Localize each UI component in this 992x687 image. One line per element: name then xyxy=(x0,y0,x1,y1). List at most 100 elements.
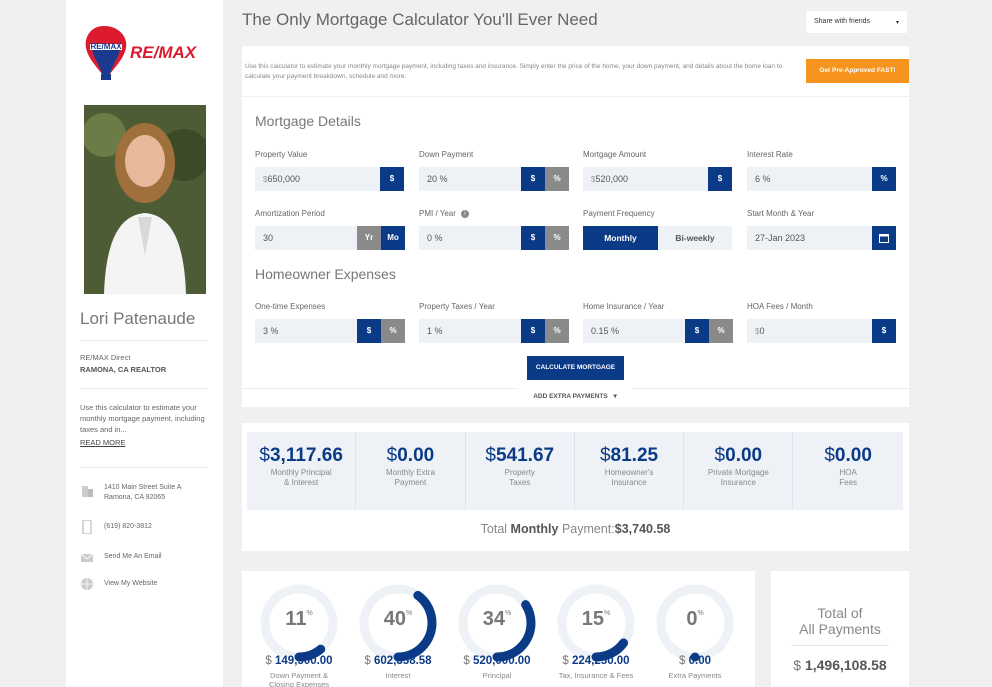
dollar-button[interactable]: $ xyxy=(357,319,381,343)
calendar-button[interactable] xyxy=(872,226,896,250)
breakdown-label: Interest xyxy=(385,671,411,680)
breakdown-amount: $ 224,250.00 xyxy=(562,655,630,667)
summary-value: $81.25 xyxy=(599,445,659,466)
onetime-expenses-field: One-time Expenses 3 % $ % xyxy=(255,302,405,343)
property-value-label: Property Value xyxy=(255,150,308,159)
summary-item: $0.00 Private Mortgage Insurance xyxy=(684,432,794,510)
summary-label: Private Mortgage Insurance xyxy=(707,468,769,487)
intro-text: Use this calculator to estimate your mon… xyxy=(245,63,783,80)
property-taxes-input[interactable]: 1 % $ % xyxy=(419,319,569,343)
share-dropdown[interactable]: Share with friends ▾ xyxy=(805,10,908,34)
summary-item: $3,117.66 Monthly Principal & Interest xyxy=(247,432,357,510)
pmi-field: PMI / Year i 0 % $ % xyxy=(419,209,569,250)
chevron-down-icon: ▾ xyxy=(895,20,899,26)
pmi-label: PMI / Year i xyxy=(419,209,568,221)
building-icon xyxy=(82,486,93,497)
amortization-input[interactable]: 30 Yr Mo xyxy=(255,226,405,250)
homeowner-expenses-title: Homeowner Expenses xyxy=(255,266,396,282)
property-taxes-field: Property Taxes / Year 1 % $ % xyxy=(419,302,569,343)
agent-bio: Use this calculator to estimate your mon… xyxy=(80,403,205,434)
pmi-input[interactable]: 0 % $ % xyxy=(419,226,569,250)
percent-button[interactable]: % xyxy=(545,319,569,343)
remax-logo: RE/MAX RE/MAX xyxy=(82,16,212,84)
breakdown-label: Principal xyxy=(482,671,512,680)
svg-text:RE/MAX: RE/MAX xyxy=(90,42,122,51)
breakdown-amount: $ 149,500.00 xyxy=(265,655,333,667)
agent-company: RE/MAX Direct xyxy=(80,353,131,362)
mortgage-amount-field: Mortgage Amount $520,000 $ xyxy=(583,150,732,191)
breakdown-amount: $ 602,358.58 xyxy=(364,655,432,667)
hoa-fees-input[interactable]: $0 $ xyxy=(747,319,896,343)
payment-frequency-toggle: Monthly Bi-weekly xyxy=(583,226,732,250)
contact-email[interactable]: Send Me An Email xyxy=(80,551,162,565)
summary-value: $3,117.66 xyxy=(259,445,343,466)
amortization-label: Amortization Period xyxy=(255,209,325,218)
intro-panel: Use this calculator to estimate your mon… xyxy=(242,46,909,96)
hoa-fees-label: HOA Fees / Month xyxy=(747,302,813,311)
dollar-button[interactable]: $ xyxy=(872,319,896,343)
payment-breakdown: 11% $ 149,500.00 Down Payment & Closing Exp… xyxy=(242,571,755,687)
summary-value: $0.00 xyxy=(386,445,435,466)
interest-rate-input[interactable]: 6 % % xyxy=(747,167,896,191)
mortgage-amount-label: Mortgage Amount xyxy=(583,150,647,159)
down-payment-field: Down Payment 20 % $ % xyxy=(419,150,569,191)
dollar-button[interactable]: $ xyxy=(521,226,545,250)
website-link: View My Website xyxy=(104,580,158,587)
divider xyxy=(80,340,208,341)
calendar-icon xyxy=(879,233,889,243)
percent-button[interactable]: % xyxy=(545,167,569,191)
home-insurance-input[interactable]: 0.15 % $ % xyxy=(583,319,733,343)
percent-button[interactable]: % xyxy=(545,226,569,250)
dollar-button[interactable]: $ xyxy=(521,167,545,191)
total-all-payments-title: Total of All Payments xyxy=(799,605,881,637)
summary-item: $541.67 Property Taxes xyxy=(466,432,575,510)
hoa-fees-field: HOA Fees / Month $0 $ xyxy=(747,302,896,343)
summary-row: $3,117.66 Monthly Principal & Interest $0.0… xyxy=(247,432,903,510)
down-payment-input[interactable]: 20 % $ % xyxy=(419,167,569,191)
dollar-button[interactable]: $ xyxy=(380,167,404,191)
chevron-down-icon: ▾ xyxy=(613,393,617,400)
start-date-label: Start Month & Year xyxy=(747,209,815,218)
percent-button[interactable]: % xyxy=(872,167,896,191)
onetime-expenses-input[interactable]: 3 % $ % xyxy=(255,319,405,343)
address-line1: 1410 Main Street Suite A xyxy=(104,484,182,491)
summary-label: HOA Fees xyxy=(839,468,858,487)
breakdown-label: Extra Payments xyxy=(668,671,722,680)
read-more-link[interactable]: READ MORE xyxy=(80,438,125,447)
breakdown-amount: $ 0.00 xyxy=(679,655,711,667)
monthly-option[interactable]: Monthly xyxy=(583,226,658,250)
total-monthly-payment: Total Monthly Payment:$3,740.58 xyxy=(480,522,671,536)
agent-title: RAMONA, CA REALTOR xyxy=(80,365,167,374)
months-button[interactable]: Mo xyxy=(381,226,405,250)
divider xyxy=(80,467,208,468)
property-value-input[interactable]: $650,000 $ xyxy=(255,167,404,191)
contact-phone[interactable]: (619) 820-3812 xyxy=(80,520,152,534)
biweekly-option[interactable]: Bi-weekly xyxy=(658,226,732,250)
contact-website[interactable]: View My Website xyxy=(80,577,157,591)
dollar-button[interactable]: $ xyxy=(708,167,732,191)
info-icon[interactable]: i xyxy=(460,209,469,218)
mortgage-amount-input[interactable]: $520,000 $ xyxy=(583,167,732,191)
agent-name: Lori Patenaude xyxy=(80,309,196,328)
interest-rate-field: Interest Rate 6 % % xyxy=(747,150,896,191)
start-date-input[interactable]: 27-Jan 2023 xyxy=(747,226,896,250)
svg-text:RE/MAX: RE/MAX xyxy=(130,43,198,62)
percent-button[interactable]: % xyxy=(709,319,733,343)
agent-sidebar: RE/MAX RE/MAX Lori Patenaude RE/MAX Dire… xyxy=(66,0,223,687)
summary-value: $541.67 xyxy=(485,445,555,466)
home-insurance-field: Home Insurance / Year 0.15 % $ % xyxy=(583,302,733,343)
years-button[interactable]: Yr xyxy=(357,226,381,250)
email-icon xyxy=(80,553,94,562)
calculator-form: Mortgage Details Property Value $650,000… xyxy=(242,97,909,407)
add-extra-payments-toggle[interactable]: ADD EXTRA PAYMENTS ▾ xyxy=(518,388,632,406)
dollar-button[interactable]: $ xyxy=(521,319,545,343)
percent-button[interactable]: % xyxy=(381,319,405,343)
mortgage-details-title: Mortgage Details xyxy=(255,113,361,129)
dollar-button[interactable]: $ xyxy=(685,319,709,343)
breakdown-amount: $ 520,000.00 xyxy=(463,655,531,667)
calculate-mortgage-button[interactable]: CALCULATE MORTGAGE xyxy=(527,356,624,380)
donut-percent: 34% xyxy=(482,608,512,630)
summary-label: Homeowner's Insurance xyxy=(604,468,654,487)
address-line2: Ramona, CA 92065 xyxy=(104,494,166,501)
get-preapproved-button[interactable]: Get Pre-Approved FAST! xyxy=(806,59,909,83)
